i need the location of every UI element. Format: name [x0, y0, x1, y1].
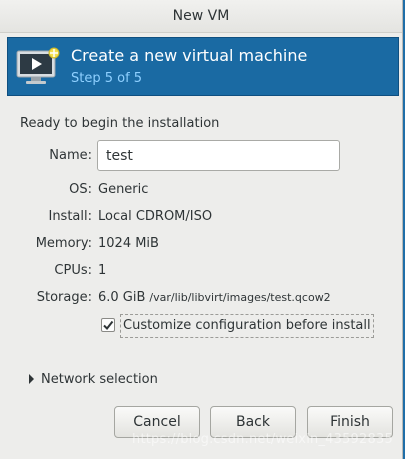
new-vm-dialog: New VM Create a new virtual machine Step…: [0, 0, 403, 459]
name-input[interactable]: [97, 140, 340, 171]
install-label: Install:: [48, 209, 92, 224]
wizard-title: Create a new virtual machine: [71, 46, 308, 65]
cpus-value: 1: [98, 263, 107, 278]
memory-label: Memory:: [35, 236, 92, 251]
network-selection-expander[interactable]: Network selection: [29, 372, 158, 387]
name-label: Name:: [49, 148, 92, 163]
summary-heading: Ready to begin the installation: [20, 116, 220, 131]
memory-value: 1024 MiB: [98, 236, 159, 251]
vm-monitor-icon: [16, 47, 60, 84]
os-label: OS:: [69, 182, 92, 197]
summary-panel: Ready to begin the installation Name: OS…: [0, 96, 402, 459]
os-value: Generic: [98, 182, 149, 197]
storage-label: Storage:: [36, 290, 92, 305]
storage-size: 6.0 GiB: [98, 290, 146, 305]
customize-checkbox[interactable]: [101, 318, 115, 332]
cpus-label: CPUs:: [54, 263, 92, 278]
window-title: New VM: [0, 0, 402, 33]
customize-label[interactable]: Customize configuration before install: [120, 314, 374, 338]
watermark-text: https://blog.csdn.net/weixin_43592835: [132, 432, 393, 447]
storage-path: /var/lib/libvirt/images/test.qcow2: [149, 291, 331, 304]
customize-option[interactable]: Customize configuration before install: [99, 314, 391, 338]
wizard-banner: Create a new virtual machine Step 5 of 5: [7, 37, 399, 96]
install-value: Local CDROM/ISO: [98, 209, 213, 224]
network-selection-label: Network selection: [41, 372, 158, 387]
storage-value: 6.0 GiB/var/lib/libvirt/images/test.qcow…: [98, 290, 331, 305]
checkmark-icon: [103, 320, 114, 331]
wizard-step: Step 5 of 5: [71, 71, 143, 86]
expander-arrow-icon: [29, 373, 34, 384]
